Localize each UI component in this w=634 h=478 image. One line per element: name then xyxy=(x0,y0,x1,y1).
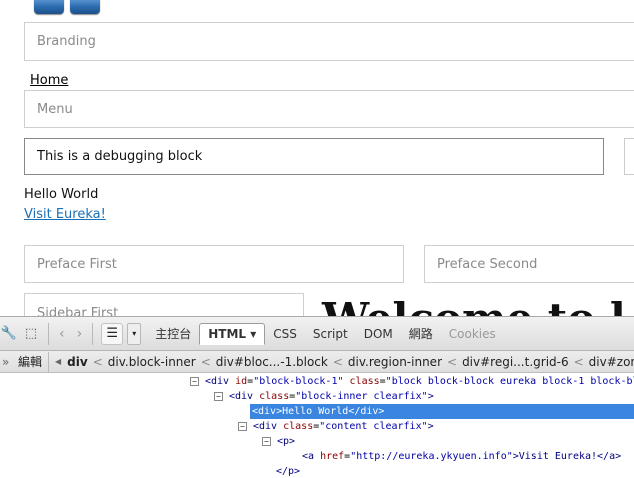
tag-open: <p> xyxy=(277,436,296,447)
attr-name: class xyxy=(259,391,290,402)
breadcrumb-item[interactable]: div#regi...t.grid-6 xyxy=(460,355,571,369)
breadcrumb-item[interactable]: div.block-inner xyxy=(106,355,198,369)
home-link[interactable]: Home xyxy=(30,73,68,88)
menu-region: Menu xyxy=(24,90,634,128)
tree-node-block-inner[interactable]: − <div class="block-inner clearfix"> xyxy=(214,389,434,404)
tab-script[interactable]: Script xyxy=(305,323,356,345)
attr-value: "content clearfix" xyxy=(319,421,428,432)
firebug-icon[interactable]: 🔧 xyxy=(0,325,18,343)
tab-html-label: HTML xyxy=(208,326,247,341)
logo-right-shape xyxy=(70,0,100,14)
tab-html[interactable]: HTML ▾ xyxy=(199,322,266,345)
tag-open: <div xyxy=(253,421,284,432)
hello-world-text: Hello World xyxy=(24,187,99,202)
tag-open: <a xyxy=(302,451,321,462)
preface-second-label: Preface Second xyxy=(437,256,538,272)
preface-second-region: Preface Second xyxy=(424,245,634,283)
collapse-toggle-icon[interactable]: − xyxy=(214,391,223,401)
breadcrumb-separator: < xyxy=(573,354,584,369)
tree-node-p-close[interactable]: </p> xyxy=(276,464,300,478)
tab-dom[interactable]: DOM xyxy=(356,323,401,345)
breadcrumb-separator: < xyxy=(332,354,343,369)
collapse-toggle-icon[interactable]: − xyxy=(262,436,271,446)
tree-node-hello-world-selected[interactable]: <div>Hello World</div> xyxy=(250,404,634,419)
collapse-toggle-icon[interactable]: − xyxy=(190,376,199,386)
anchor-text: >Visit Eureka!</a> xyxy=(512,451,622,462)
tab-css[interactable]: CSS xyxy=(265,323,305,345)
tag-close-bracket: > xyxy=(427,391,434,402)
visit-eureka-link[interactable]: Visit Eureka! xyxy=(24,207,106,222)
side-region-stub xyxy=(624,138,634,175)
inspect-icon[interactable]: ⬚ xyxy=(22,325,40,343)
html-breadcrumb: 編輯 ◀ div < div.block-inner < div#bloc...… xyxy=(0,351,634,373)
tree-node-anchor[interactable]: <a href="http://eureka.ykyuen.info">Visi… xyxy=(302,449,621,464)
branding-region: Branding xyxy=(24,22,634,61)
attr-value: "http://eureka.ykyuen.info" xyxy=(350,451,513,462)
tab-console[interactable]: 主控台 xyxy=(147,323,199,345)
tab-cookies[interactable]: Cookies xyxy=(441,323,504,345)
menu-list-icon[interactable]: ☰ xyxy=(101,322,124,345)
preface-first-label: Preface First xyxy=(37,256,117,272)
tree-node-p[interactable]: − <p> xyxy=(262,434,295,449)
toolbar-separator xyxy=(92,322,94,345)
collapse-toggle-icon[interactable]: − xyxy=(238,421,247,431)
tree-node-block-block-1[interactable]: − <div id="block-block-1" class="block bl… xyxy=(190,374,634,389)
breadcrumb-item[interactable]: div#bloc...-1.block xyxy=(214,355,330,369)
attr-value: "block block-block eureka block-1 block-… xyxy=(385,376,634,387)
forward-arrow-icon[interactable]: › xyxy=(77,326,83,342)
tag-open: <div xyxy=(205,376,236,387)
attr-value: "block-inner clearfix" xyxy=(295,391,428,402)
logo-left-shape xyxy=(34,0,64,14)
scroll-left-icon[interactable]: ◀ xyxy=(55,357,61,366)
attr-name: class xyxy=(349,376,380,387)
tag-open: <div xyxy=(229,391,260,402)
debug-block-text: This is a debugging block xyxy=(37,149,203,164)
site-logo[interactable] xyxy=(34,0,100,14)
selected-node-html: <div>Hello World</div> xyxy=(252,406,385,417)
tag-close-bracket: > xyxy=(427,421,434,432)
tree-node-content[interactable]: − <div class="content clearfix"> xyxy=(238,419,434,434)
firebug-toolbar: 🔧 ⬚ ‹ › ☰ ▾ 主控台 HTML ▾ CSS Script DOM 網路… xyxy=(0,317,634,351)
edit-button[interactable]: 編輯 xyxy=(0,351,50,372)
toolbar-separator xyxy=(48,322,49,345)
attr-name: class xyxy=(283,421,314,432)
breadcrumb-separator: < xyxy=(92,354,103,369)
breadcrumb-item[interactable]: div#zone-header.zone xyxy=(587,355,634,369)
breadcrumb-item[interactable]: div.region-inner xyxy=(346,355,444,369)
branding-label: Branding xyxy=(37,34,96,49)
preface-first-region: Preface First xyxy=(24,245,404,283)
back-arrow-icon[interactable]: ‹ xyxy=(59,326,65,342)
dropdown-arrow-icon[interactable]: ▾ xyxy=(127,322,142,345)
firebug-panel: 🔧 ⬚ ‹ › ☰ ▾ 主控台 HTML ▾ CSS Script DOM 網路… xyxy=(0,316,634,478)
breadcrumb-item[interactable]: div xyxy=(65,355,90,369)
menu-label: Menu xyxy=(37,101,73,117)
html-tree: − <div id="block-block-1" class="block bl… xyxy=(0,374,634,478)
attr-value: "block-block-1" xyxy=(253,376,344,387)
debug-block: This is a debugging block xyxy=(24,138,604,175)
tag-close: </p> xyxy=(276,466,301,477)
breadcrumb-separator: < xyxy=(200,354,211,369)
attr-name: id xyxy=(235,376,248,387)
tab-net[interactable]: 網路 xyxy=(401,323,441,345)
attr-name: href xyxy=(320,451,345,462)
breadcrumb-separator: < xyxy=(447,354,458,369)
